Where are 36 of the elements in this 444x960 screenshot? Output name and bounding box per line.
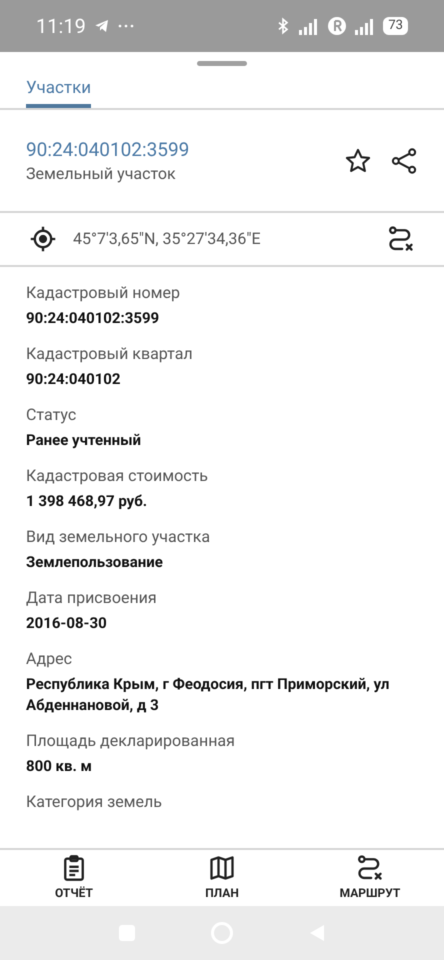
tab[interactable]: Участки: [26, 74, 92, 108]
nav-button[interactable]: МАРШРУТ: [296, 850, 444, 906]
share-icon[interactable]: [390, 146, 418, 174]
field-label: Статус: [26, 404, 78, 426]
field-value: 90:24:040102: [26, 369, 122, 390]
field-value: Республика Крым, г Феодосия, пгт Приморский, ул Абденнановой, д 3: [26, 674, 390, 716]
field-label: Адрес: [26, 648, 73, 670]
field-label: Вид земельного участка: [26, 526, 212, 548]
status-time: 11:19: [36, 13, 86, 40]
field-value: 1 398 468,97 руб.: [26, 491, 148, 512]
route-icon: [356, 854, 384, 882]
battery-indicator: 73: [383, 17, 408, 35]
field-label: Кадастровый номер: [26, 282, 181, 304]
field-value: 800 кв. м: [26, 756, 93, 777]
field-value: 2016-08-30: [26, 613, 108, 634]
more-icon: [118, 22, 134, 30]
field-value: 90:24:040102:3599: [26, 308, 160, 329]
field-label: Площадь декларированная: [26, 730, 236, 752]
field-value: Землепользование: [26, 552, 164, 573]
parcel-number: 90:24:040102:3599: [26, 136, 190, 162]
telegram-icon: [94, 18, 110, 34]
star-icon[interactable]: [344, 146, 372, 174]
field-label: Категория земель: [26, 791, 163, 813]
parcel-type: Земельный участок: [26, 162, 177, 184]
field-label: Кадастровая стоимость: [26, 465, 209, 487]
nav-button[interactable]: ПЛАН: [148, 850, 296, 906]
roaming-icon: [327, 16, 348, 36]
nav-button[interactable]: ОТЧЁТ: [0, 850, 148, 906]
field-label: Кадастровый квартал: [26, 343, 194, 365]
location-icon[interactable]: [29, 225, 57, 253]
coordinates: 45°7'3,65"N, 35°27'34,36"E: [73, 228, 262, 250]
route-icon[interactable]: [387, 225, 415, 253]
drag-handle[interactable]: [197, 60, 247, 66]
field-label: Дата присвоения: [26, 587, 158, 609]
map-icon: [208, 854, 236, 882]
field-value: Ранее учтенный: [26, 430, 142, 451]
